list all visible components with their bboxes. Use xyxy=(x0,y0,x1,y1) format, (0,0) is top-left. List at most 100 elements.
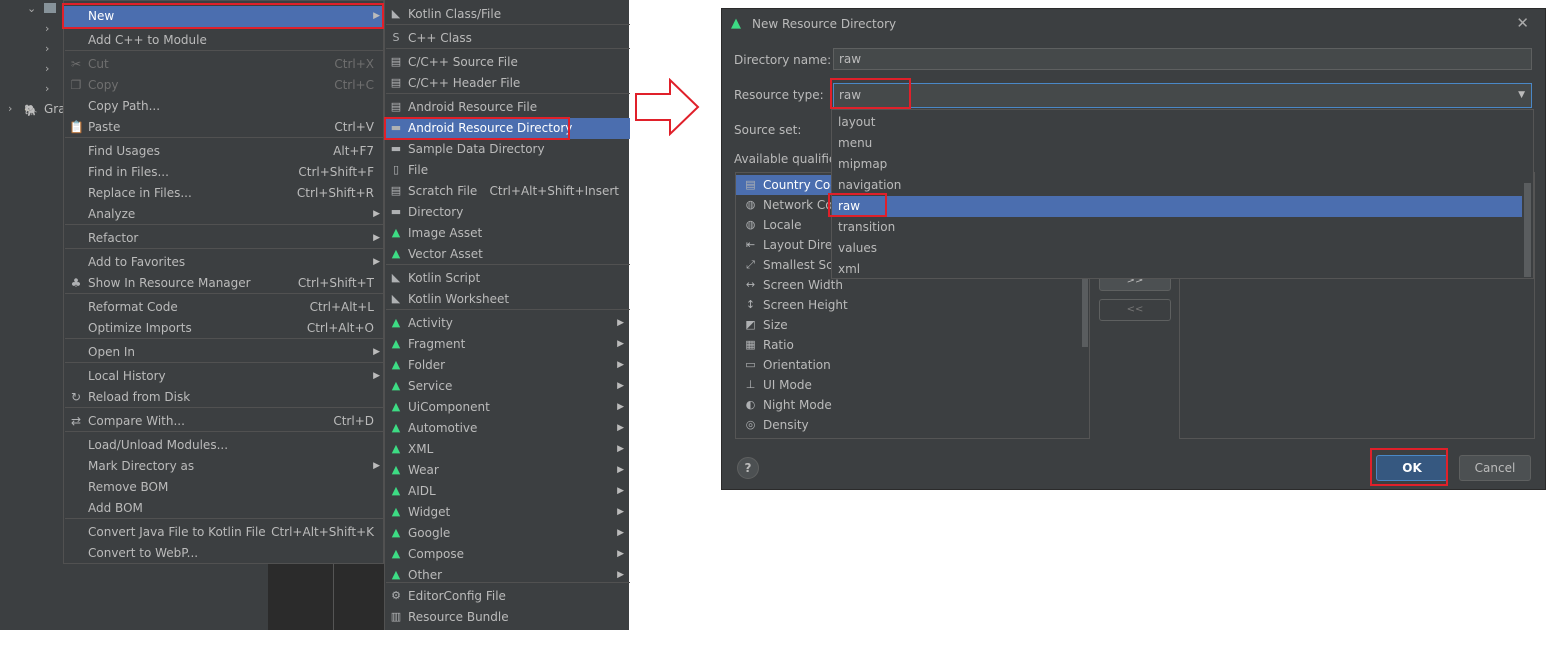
new-submenu-item[interactable]: ▤ C/C++ Header File xyxy=(385,73,630,94)
new-submenu-item[interactable]: ▲ UiComponent ▶ xyxy=(385,397,630,418)
new-submenu-item[interactable]: ▲ Folder ▶ xyxy=(385,355,630,376)
new-submenu-item[interactable]: ▲ Widget ▶ xyxy=(385,502,630,523)
cancel-button[interactable]: Cancel xyxy=(1459,455,1531,481)
qualifier-item[interactable]: ▦ Ratio xyxy=(736,335,1086,355)
new-submenu-item[interactable]: ⚙ EditorConfig File xyxy=(385,586,630,607)
new-submenu-item[interactable]: ▲ AIDL ▶ xyxy=(385,481,630,502)
new-submenu-item[interactable]: ▤ Android Resource File xyxy=(385,97,630,118)
tree-expand-arrow-icon[interactable]: ⌄ xyxy=(27,2,36,15)
context-menu-item[interactable]: Mark Directory as ▶ xyxy=(64,456,383,477)
context-menu-item[interactable]: New ▶ xyxy=(64,6,383,27)
new-submenu-item[interactable]: ▲ Vector Asset xyxy=(385,244,630,265)
qualifier-item[interactable]: ↕ Screen Height xyxy=(736,295,1086,315)
menu-item-label: Compare With... xyxy=(88,414,185,428)
submenu-arrow-icon: ▶ xyxy=(373,371,380,381)
qualifier-item[interactable]: ▭ Orientation xyxy=(736,355,1086,375)
resource-type-option[interactable]: raw xyxy=(832,196,1522,217)
new-submenu-item[interactable]: ▤ C/C++ Source File xyxy=(385,52,630,73)
qualifier-item[interactable]: ⊥ UI Mode xyxy=(736,375,1086,395)
context-menu-item[interactable]: Remove BOM xyxy=(64,477,383,498)
new-submenu-item[interactable]: ▥ Resource Bundle xyxy=(385,607,630,628)
resource-type-option[interactable]: transition xyxy=(832,217,1522,238)
new-submenu-item[interactable]: ▲ Other ▶ xyxy=(385,565,630,586)
context-menu-item[interactable]: Find Usages Alt+F7 xyxy=(64,141,383,162)
qualifier-item[interactable]: ◩ Size xyxy=(736,315,1086,335)
context-menu-item[interactable]: Reformat Code Ctrl+Alt+L xyxy=(64,297,383,318)
context-menu-item[interactable]: Add C++ to Module xyxy=(64,30,383,51)
tree-collapsed-arrow-icon[interactable]: › xyxy=(45,22,49,35)
context-menu-item[interactable]: Find in Files... Ctrl+Shift+F xyxy=(64,162,383,183)
new-submenu-item[interactable]: ▲ Service ▶ xyxy=(385,376,630,397)
resource-type-option[interactable]: navigation xyxy=(832,175,1522,196)
menu-item-shortcut: Ctrl+Shift+F xyxy=(298,165,374,179)
resource-type-combo[interactable]: raw ▼ xyxy=(833,83,1532,108)
context-menu-item[interactable]: ❐ Copy Ctrl+C xyxy=(64,75,383,96)
tree-collapsed-arrow-icon[interactable]: › xyxy=(45,42,49,55)
context-menu-item[interactable]: Analyze ▶ xyxy=(64,204,383,225)
new-submenu-item[interactable]: S C++ Class xyxy=(385,28,630,49)
new-submenu-item[interactable]: ▲ Compose ▶ xyxy=(385,544,630,565)
cpp-class-icon: S xyxy=(392,31,400,44)
context-menu-item[interactable]: ♣ Show In Resource Manager Ctrl+Shift+T xyxy=(64,273,383,294)
qualifier-label: Ratio xyxy=(763,338,794,352)
context-menu-item[interactable]: Refactor ▶ xyxy=(64,228,383,249)
context-menu-item[interactable]: Add BOM xyxy=(64,498,383,519)
context-menu-item[interactable]: Replace in Files... Ctrl+Shift+R xyxy=(64,183,383,204)
tree-collapsed-arrow-icon[interactable]: › xyxy=(45,62,49,75)
resource-type-label: Resource type: xyxy=(734,88,824,102)
qualifier-item[interactable]: ◐ Night Mode xyxy=(736,395,1086,415)
directory-name-field[interactable]: raw xyxy=(833,48,1532,70)
new-submenu-item[interactable]: ◣ Kotlin Class/File xyxy=(385,4,630,25)
context-menu-item[interactable]: ⇄ Compare With... Ctrl+D xyxy=(64,411,383,432)
menu-item-label: Local History xyxy=(88,369,166,383)
resource-type-option[interactable]: xml xyxy=(832,259,1522,280)
context-menu-item[interactable]: Add to Favorites ▶ xyxy=(64,252,383,273)
option-label: raw xyxy=(838,199,861,213)
new-submenu-item[interactable]: ▤ Scratch File Ctrl+Alt+Shift+Insert xyxy=(385,181,630,202)
dropdown-scrollbar[interactable] xyxy=(1524,183,1531,277)
resource-type-option[interactable]: values xyxy=(832,238,1522,259)
context-menu-item[interactable]: Convert Java File to Kotlin File Ctrl+Alt… xyxy=(64,522,383,543)
close-icon[interactable]: ✕ xyxy=(1516,14,1529,32)
context-menu-item[interactable]: Optimize Imports Ctrl+Alt+O xyxy=(64,318,383,339)
resource-type-value: raw xyxy=(839,88,862,102)
remove-qualifier-button[interactable]: << xyxy=(1099,299,1171,321)
new-submenu-item[interactable]: ▬ Sample Data Directory xyxy=(385,139,630,160)
resource-type-option[interactable]: layout xyxy=(832,112,1522,133)
new-submenu-item[interactable]: ◣ Kotlin Worksheet xyxy=(385,289,630,310)
new-submenu-item[interactable]: ▲ Automotive ▶ xyxy=(385,418,630,439)
menu-item-label: Replace in Files... xyxy=(88,186,192,200)
new-submenu-item[interactable]: ◣ Kotlin Script xyxy=(385,268,630,289)
context-menu-item[interactable]: Convert to WebP... xyxy=(64,543,383,564)
resource-type-option[interactable]: menu xyxy=(832,133,1522,154)
ok-button[interactable]: OK xyxy=(1376,455,1448,481)
context-menu-item[interactable]: ↻ Reload from Disk xyxy=(64,387,383,408)
menu-item-label: Convert Java File to Kotlin File xyxy=(88,525,266,539)
new-submenu-item[interactable]: ▬ Directory xyxy=(385,202,630,223)
new-submenu-item[interactable]: ▯ File xyxy=(385,160,630,181)
qualifier-item[interactable]: ◎ Density xyxy=(736,415,1086,435)
resource-type-dropdown[interactable]: layout menu mipmap navigation raw transition v… xyxy=(831,109,1534,279)
new-submenu-item[interactable]: ▲ Image Asset xyxy=(385,223,630,244)
new-submenu-item[interactable]: ▲ Wear ▶ xyxy=(385,460,630,481)
resource-type-option[interactable]: mipmap xyxy=(832,154,1522,175)
new-submenu-item[interactable]: ▲ Activity ▶ xyxy=(385,313,630,334)
tree-collapsed-arrow-icon[interactable]: › xyxy=(8,102,12,115)
context-menu-item[interactable]: ✂ Cut Ctrl+X xyxy=(64,54,383,75)
new-submenu: ◣ Kotlin Class/File S C++ Class ▤ C/C++ Sourc… xyxy=(384,0,630,630)
context-menu-item[interactable]: Open In ▶ xyxy=(64,342,383,363)
menu-item-label: Optimize Imports xyxy=(88,321,192,335)
context-menu-item[interactable]: Load/Unload Modules... xyxy=(64,435,383,456)
context-menu-item[interactable]: 📋 Paste Ctrl+V xyxy=(64,117,383,138)
menu-item-label: Paste xyxy=(88,120,121,134)
new-submenu-item[interactable]: ▲ Fragment ▶ xyxy=(385,334,630,355)
help-button[interactable]: ? xyxy=(737,457,759,479)
submenu-arrow-icon: ▶ xyxy=(617,444,624,454)
new-submenu-item[interactable]: ▬ Android Resource Directory xyxy=(385,118,630,139)
editor-divider xyxy=(333,564,334,630)
new-submenu-item[interactable]: ▲ Google ▶ xyxy=(385,523,630,544)
new-submenu-item[interactable]: ▲ XML ▶ xyxy=(385,439,630,460)
context-menu-item[interactable]: Copy Path... xyxy=(64,96,383,117)
tree-collapsed-arrow-icon[interactable]: › xyxy=(45,82,49,95)
context-menu-item[interactable]: Local History ▶ xyxy=(64,366,383,387)
